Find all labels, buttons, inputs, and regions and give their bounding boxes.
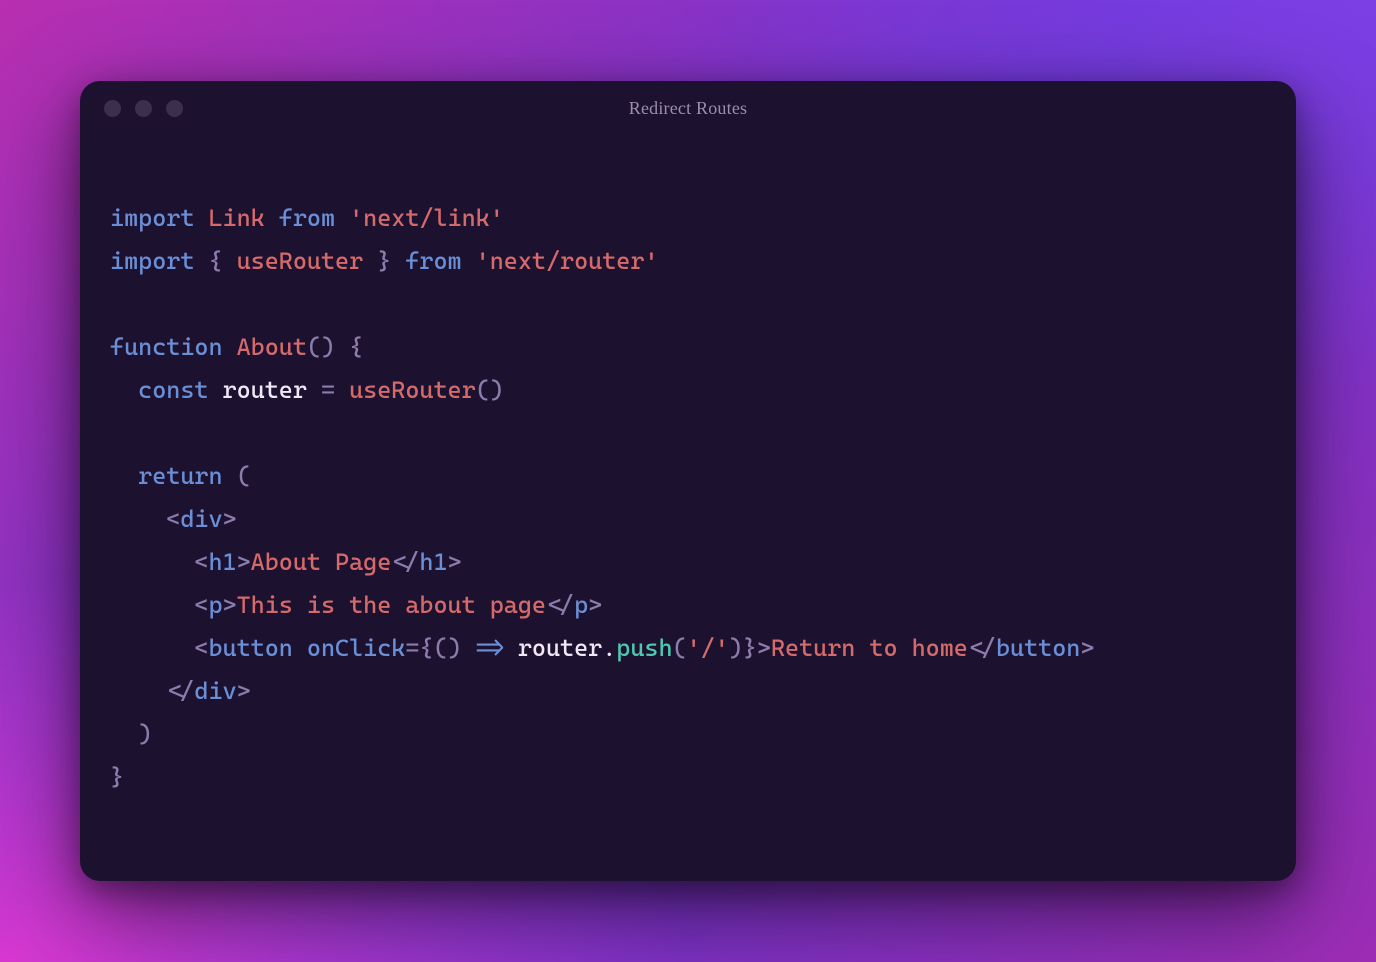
code-line-11: <button onClick={() => router.push('/')}… (110, 634, 1094, 662)
code-line-13: ) (110, 720, 152, 748)
code-line-4: function About() { (110, 333, 363, 361)
code-line-5: const router = useRouter() (110, 376, 504, 404)
maximize-dot-icon[interactable] (166, 100, 183, 117)
minimize-dot-icon[interactable] (135, 100, 152, 117)
traffic-lights (104, 100, 183, 117)
window-titlebar: Redirect Routes (80, 81, 1296, 135)
code-window: Redirect Routes import Link from 'next/l… (80, 81, 1296, 881)
code-line-12: </div> (110, 677, 251, 705)
code-line-7: return ( (110, 462, 251, 490)
code-line-9: <h1>About Page</h1> (110, 548, 462, 576)
code-line-14: } (110, 763, 124, 791)
code-line-1: import Link from 'next/link' (110, 204, 504, 232)
window-title: Redirect Routes (629, 98, 747, 119)
code-line-10: <p>This is the about page</p> (110, 591, 602, 619)
code-editor[interactable]: import Link from 'next/link' import { us… (80, 135, 1296, 881)
close-dot-icon[interactable] (104, 100, 121, 117)
code-line-8: <div> (110, 505, 237, 533)
code-line-2: import { useRouter } from 'next/router' (110, 247, 658, 275)
